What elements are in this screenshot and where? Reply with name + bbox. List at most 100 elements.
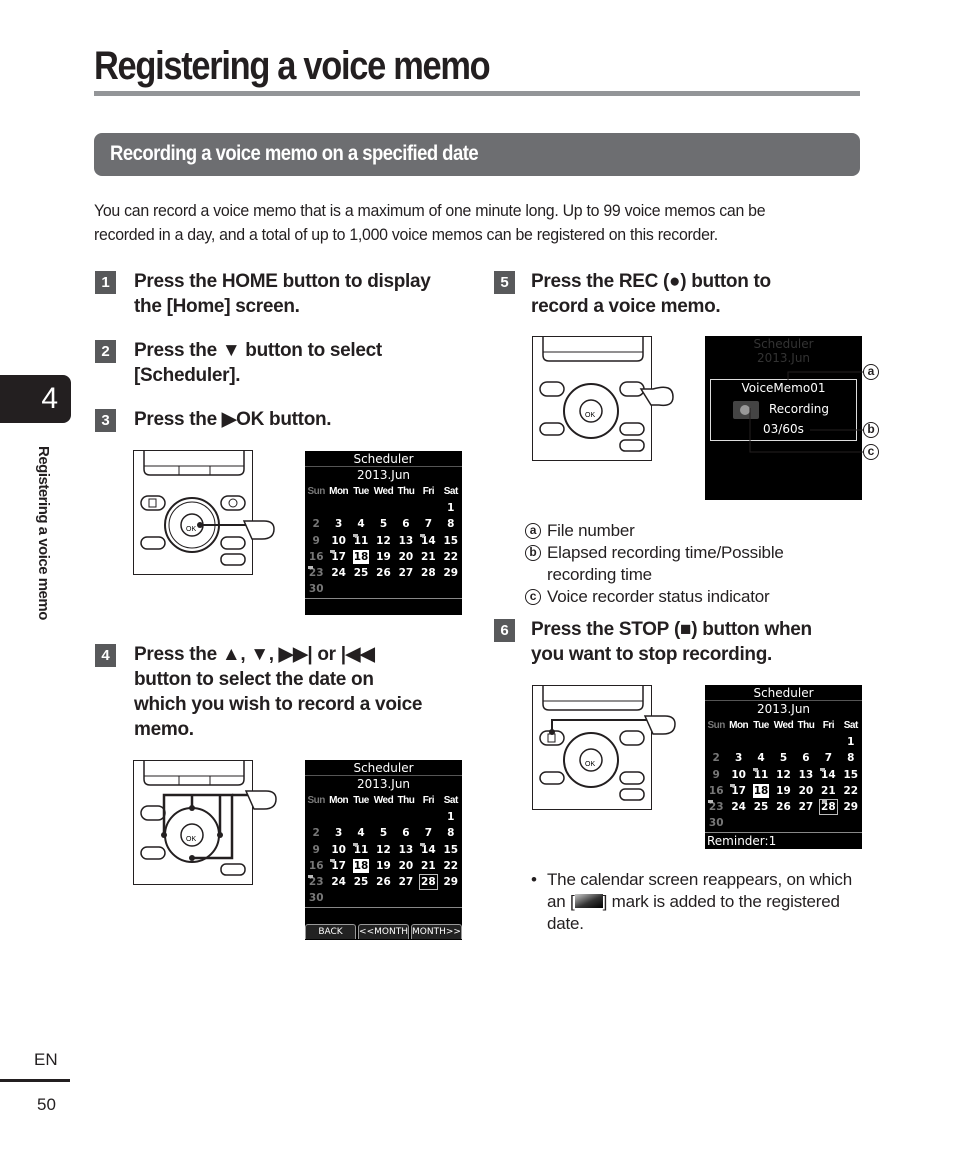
- calendar-day[interactable]: 15: [440, 533, 462, 549]
- calendar-day[interactable]: 23: [305, 874, 327, 890]
- calendar-day[interactable]: 2: [305, 825, 327, 841]
- calendar-day[interactable]: 19: [372, 549, 394, 565]
- calendar-day[interactable]: 30: [705, 815, 727, 831]
- calendar-day[interactable]: 10: [727, 767, 749, 783]
- step-number: 1: [95, 271, 116, 294]
- prev-month-softkey[interactable]: <<MONTH: [358, 923, 409, 939]
- calendar-footer: [305, 906, 462, 924]
- calendar-day[interactable]: 13: [395, 842, 417, 858]
- calendar-day[interactable]: 20: [795, 783, 817, 799]
- calendar-day[interactable]: 28: [417, 565, 439, 581]
- calendar-day[interactable]: 18: [352, 858, 370, 873]
- calendar-day[interactable]: 4: [350, 516, 372, 532]
- calendar-day[interactable]: 29: [440, 874, 462, 890]
- calendar-day[interactable]: 22: [440, 858, 462, 874]
- calendar-day[interactable]: 13: [795, 767, 817, 783]
- calendar-day[interactable]: 16: [305, 858, 327, 874]
- calendar-day[interactable]: 27: [795, 799, 817, 815]
- calendar-day[interactable]: 14: [417, 533, 439, 549]
- calendar-day[interactable]: 20: [395, 549, 417, 565]
- calendar-day[interactable]: 7: [417, 825, 439, 841]
- calendar-day[interactable]: 30: [305, 890, 327, 906]
- calendar-day[interactable]: 12: [772, 767, 794, 783]
- calendar-day[interactable]: 11: [350, 533, 372, 549]
- calendar-day[interactable]: 6: [395, 516, 417, 532]
- calendar-day[interactable]: 14: [417, 842, 439, 858]
- calendar-day[interactable]: 8: [440, 825, 462, 841]
- calendar-day[interactable]: 19: [372, 858, 394, 874]
- calendar-day[interactable]: 9: [305, 533, 327, 549]
- calendar-day[interactable]: 9: [305, 842, 327, 858]
- calendar-day[interactable]: 8: [440, 516, 462, 532]
- calendar-day[interactable]: 3: [327, 516, 349, 532]
- calendar-day[interactable]: 28: [419, 874, 438, 891]
- calendar-day[interactable]: 29: [440, 565, 462, 581]
- calendar-day[interactable]: 20: [395, 858, 417, 874]
- calendar-day[interactable]: 22: [440, 549, 462, 565]
- calendar-day[interactable]: 21: [417, 858, 439, 874]
- calendar-day[interactable]: 12: [372, 533, 394, 549]
- weekday-label: Mon: [329, 795, 349, 806]
- calendar-day[interactable]: 30: [305, 581, 327, 597]
- calendar-day[interactable]: 14: [817, 767, 839, 783]
- calendar-day[interactable]: 4: [750, 750, 772, 766]
- calendar-day[interactable]: 9: [705, 767, 727, 783]
- calendar-day[interactable]: 21: [417, 549, 439, 565]
- calendar-day[interactable]: 5: [372, 516, 394, 532]
- calendar-day[interactable]: 6: [395, 825, 417, 841]
- chapter-tab[interactable]: 4: [0, 375, 71, 423]
- calendar-day[interactable]: 6: [795, 750, 817, 766]
- calendar-day[interactable]: 25: [350, 565, 372, 581]
- calendar-day[interactable]: 19: [772, 783, 794, 799]
- calendar-day[interactable]: 11: [750, 767, 772, 783]
- calendar-day[interactable]: 27: [395, 874, 417, 890]
- calendar-day[interactable]: 11: [350, 842, 372, 858]
- calendar-day[interactable]: 17: [327, 858, 349, 874]
- calendar-day[interactable]: 24: [327, 874, 349, 890]
- calendar-day[interactable]: 5: [772, 750, 794, 766]
- calendar-day[interactable]: 24: [727, 799, 749, 815]
- back-softkey[interactable]: BACK: [305, 923, 356, 939]
- calendar-screen-1: Scheduler 2013.Jun Sun Mon Tue Wed Thu Fri Sat…: [305, 451, 462, 615]
- calendar-day[interactable]: 10: [327, 842, 349, 858]
- calendar-day[interactable]: 16: [705, 783, 727, 799]
- calendar-day[interactable]: 1: [840, 734, 862, 750]
- calendar-day[interactable]: 2: [705, 750, 727, 766]
- calendar-day[interactable]: 27: [395, 565, 417, 581]
- next-month-softkey[interactable]: MONTH>>: [411, 923, 462, 939]
- calendar-day[interactable]: 18: [352, 549, 370, 564]
- step-number: 6: [494, 619, 515, 642]
- calendar-day[interactable]: 28: [819, 799, 838, 816]
- calendar-day[interactable]: 23: [305, 565, 327, 581]
- calendar-day[interactable]: 2: [305, 516, 327, 532]
- calendar-day[interactable]: 23: [705, 799, 727, 815]
- calendar-day[interactable]: 25: [350, 874, 372, 890]
- calendar-empty: [395, 809, 417, 825]
- calendar-day[interactable]: 25: [750, 799, 772, 815]
- calendar-day[interactable]: 3: [327, 825, 349, 841]
- calendar-day[interactable]: 26: [372, 565, 394, 581]
- calendar-day[interactable]: 4: [350, 825, 372, 841]
- calendar-day[interactable]: 29: [840, 799, 862, 815]
- calendar-day[interactable]: 5: [372, 825, 394, 841]
- calendar-day[interactable]: 21: [817, 783, 839, 799]
- calendar-day[interactable]: 15: [840, 767, 862, 783]
- calendar-day[interactable]: 16: [305, 549, 327, 565]
- calendar-day[interactable]: 7: [417, 516, 439, 532]
- calendar-day[interactable]: 10: [327, 533, 349, 549]
- calendar-day[interactable]: 18: [752, 783, 770, 798]
- calendar-day[interactable]: 12: [372, 842, 394, 858]
- calendar-day[interactable]: 26: [372, 874, 394, 890]
- calendar-day[interactable]: 17: [327, 549, 349, 565]
- calendar-day[interactable]: 1: [440, 500, 462, 516]
- calendar-day[interactable]: 8: [840, 750, 862, 766]
- calendar-day[interactable]: 24: [327, 565, 349, 581]
- calendar-day[interactable]: 22: [840, 783, 862, 799]
- calendar-day[interactable]: 17: [727, 783, 749, 799]
- calendar-day[interactable]: 26: [772, 799, 794, 815]
- calendar-day[interactable]: 7: [817, 750, 839, 766]
- calendar-day[interactable]: 3: [727, 750, 749, 766]
- calendar-day[interactable]: 13: [395, 533, 417, 549]
- calendar-day[interactable]: 15: [440, 842, 462, 858]
- calendar-day[interactable]: 1: [440, 809, 462, 825]
